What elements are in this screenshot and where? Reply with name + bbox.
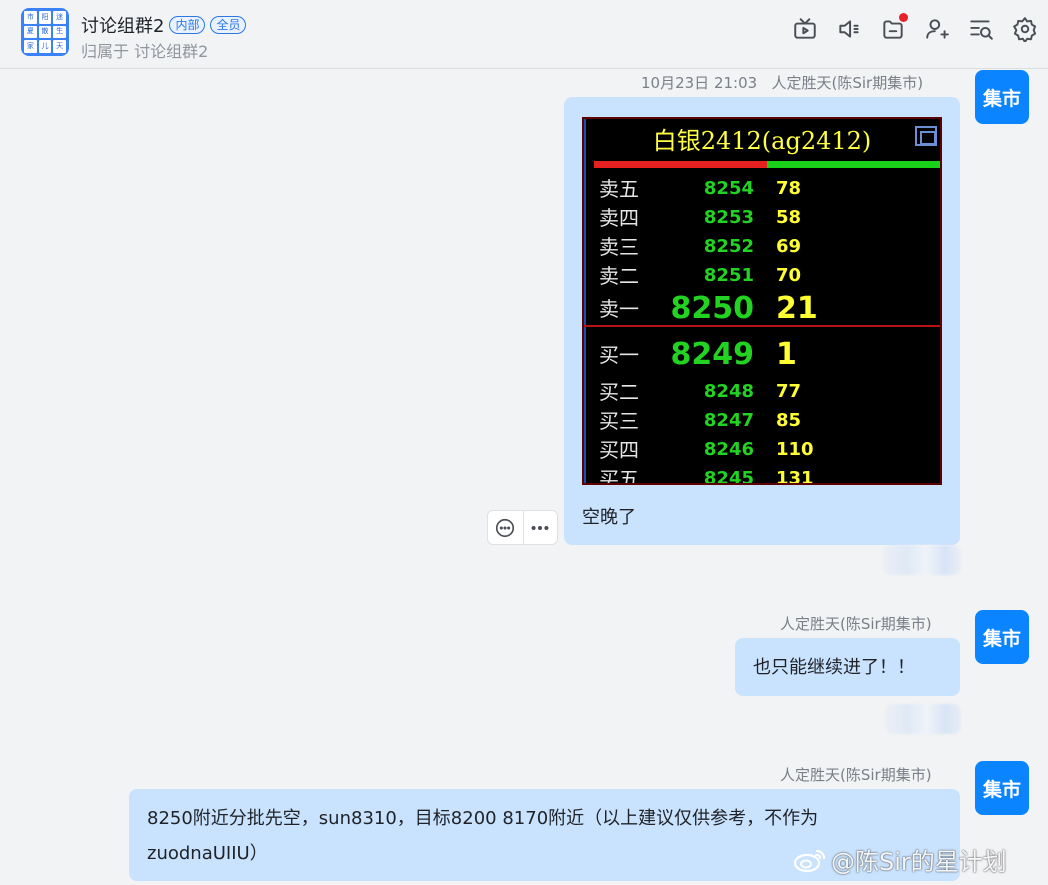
quote-vol: 58 (776, 207, 802, 228)
weibo-icon (793, 849, 826, 872)
quote-row: 卖三 8252 69 (584, 233, 940, 261)
message-text: 空晚了 (582, 507, 636, 528)
quote-row: 卖二 8251 70 (584, 262, 940, 290)
quote-label: 卖四 (599, 206, 639, 230)
quote-vol: 70 (776, 265, 802, 286)
message-time: 10月23日 21:03 (641, 74, 758, 92)
quote-price: 8247 (703, 410, 754, 431)
reply-button[interactable] (488, 511, 523, 544)
message-text-line: zuodnaUIIU） (147, 843, 268, 864)
mute-button[interactable] (834, 14, 864, 44)
sender-name[interactable]: 人定胜天(陈Sir期集市) (771, 74, 923, 92)
more-icon (531, 525, 549, 530)
message-text-line: 8250附近分批先空，sun8310，目标8200 8170附近（以上建议仅供参… (147, 808, 819, 829)
bid-ask-separator (584, 325, 940, 327)
quote-row: 买二 8248 77 (584, 378, 940, 406)
quote-vol: 77 (776, 381, 802, 402)
all-members-tag: 全员 (210, 16, 247, 34)
logo-char: 生 (53, 25, 66, 39)
read-receipt[interactable] (885, 704, 961, 734)
quote-row: 卖一 8250 21 (584, 291, 940, 326)
quote-title: 白银2412(ag2412) (652, 127, 872, 155)
quote-row: 卖五 8254 78 (584, 175, 940, 203)
tv-button[interactable] (790, 14, 820, 44)
quote-vol: 110 (776, 439, 814, 460)
quote-row: 买五 8245 131 (584, 465, 940, 485)
quote-image[interactable]: 白银2412(ag2412) 卖五 8254 78 卖四 8253 58 卖三 8252 69 卖… (582, 117, 942, 485)
quote-price: 8246 (703, 439, 754, 460)
announcement-button[interactable] (878, 13, 908, 44)
quote-price: 8249 (670, 337, 755, 372)
watermark-text: @陈Sir的星计划 (831, 848, 1007, 876)
text-message-bubble[interactable]: 也只能继续进了！！ (735, 638, 960, 696)
quote-price: 8245 (703, 468, 754, 485)
sender-avatar[interactable]: 集市 (975, 761, 1029, 815)
search-history-button[interactable] (966, 14, 996, 44)
quote-row: 买四 8246 110 (584, 436, 940, 464)
add-member-icon (926, 19, 949, 39)
quote-row: 卖四 8253 58 (584, 204, 940, 232)
message-text: 也只能继续进了！！ (753, 657, 915, 678)
ratio-bar (594, 161, 940, 168)
comment-icon (496, 518, 515, 537)
settings-button[interactable] (1010, 14, 1040, 44)
logo-char: 儿 (38, 40, 52, 53)
quote-row: 买一 8249 1 (584, 337, 940, 372)
quote-label: 卖三 (599, 235, 639, 259)
logo-char: 天 (53, 40, 66, 53)
add-member-button[interactable] (922, 14, 952, 44)
logo-char: 散 (38, 25, 52, 39)
sender-name[interactable]: 人定胜天(陈Sir期集市) (780, 613, 932, 634)
speaker-icon (839, 20, 859, 38)
window-icon (915, 126, 937, 146)
title-row: 讨论组群2 内部 全员 (81, 12, 247, 38)
quote-label: 买一 (599, 343, 639, 367)
quote-price: 8250 (670, 291, 755, 326)
logo-char: 市 (24, 11, 37, 24)
message-meta: 10月23日 21:03 人定胜天(陈Sir期集市) (641, 72, 923, 93)
image-message-bubble[interactable]: 白银2412(ag2412) 卖五 8254 78 卖四 8253 58 卖三 8252 69 卖… (564, 97, 960, 545)
read-receipt[interactable] (883, 545, 961, 575)
chat-header: 市 阳 迷 夏 散 生 家 儿 天 讨论组群2 内部 全员 归属于 讨论组群2 (0, 0, 1048, 69)
quote-row: 买三 8247 85 (584, 407, 940, 435)
quote-label: 买三 (599, 409, 639, 433)
logo-char: 家 (24, 40, 37, 53)
watermark: @陈Sir的星计划 (793, 842, 1007, 877)
group-avatar[interactable]: 市 阳 迷 夏 散 生 家 儿 天 (21, 8, 69, 56)
message-actions (487, 510, 558, 545)
quote-vol: 69 (776, 236, 802, 257)
chat-title[interactable]: 讨论组群2 (81, 12, 164, 38)
quote-price: 8252 (703, 236, 754, 257)
logo-char: 夏 (24, 25, 37, 39)
quote-label: 买四 (599, 438, 639, 462)
settings-icon (1013, 17, 1037, 42)
internal-tag: 内部 (169, 16, 206, 34)
quote-price: 8253 (703, 207, 754, 228)
quote-label: 卖五 (599, 177, 639, 201)
quote-vol: 21 (776, 291, 818, 326)
quote-vol: 85 (776, 410, 802, 431)
quote-label: 买五 (599, 467, 639, 485)
notification-dot (899, 13, 908, 22)
ratio-bar-red (594, 161, 767, 168)
header-toolbar (790, 13, 1040, 44)
sender-avatar[interactable]: 集市 (975, 610, 1029, 664)
quote-label: 卖二 (599, 264, 639, 288)
search-list-icon (970, 20, 993, 40)
quote-price: 8254 (703, 178, 754, 199)
quote-price: 8248 (703, 381, 754, 402)
sender-avatar[interactable]: 集市 (975, 70, 1029, 124)
quote-label: 卖一 (599, 297, 639, 321)
sender-name[interactable]: 人定胜天(陈Sir期集市) (780, 764, 932, 785)
quote-price: 8251 (703, 265, 754, 286)
logo-char: 迷 (53, 11, 66, 24)
quote-vol: 78 (776, 178, 802, 199)
quote-label: 买二 (599, 380, 639, 404)
tv-icon (794, 18, 816, 39)
quote-vol: 1 (776, 337, 797, 372)
more-button[interactable] (522, 511, 558, 544)
chat-subtitle: 归属于 讨论组群2 (81, 42, 209, 61)
quote-vol: 131 (776, 468, 814, 485)
logo-char: 阳 (38, 11, 52, 24)
